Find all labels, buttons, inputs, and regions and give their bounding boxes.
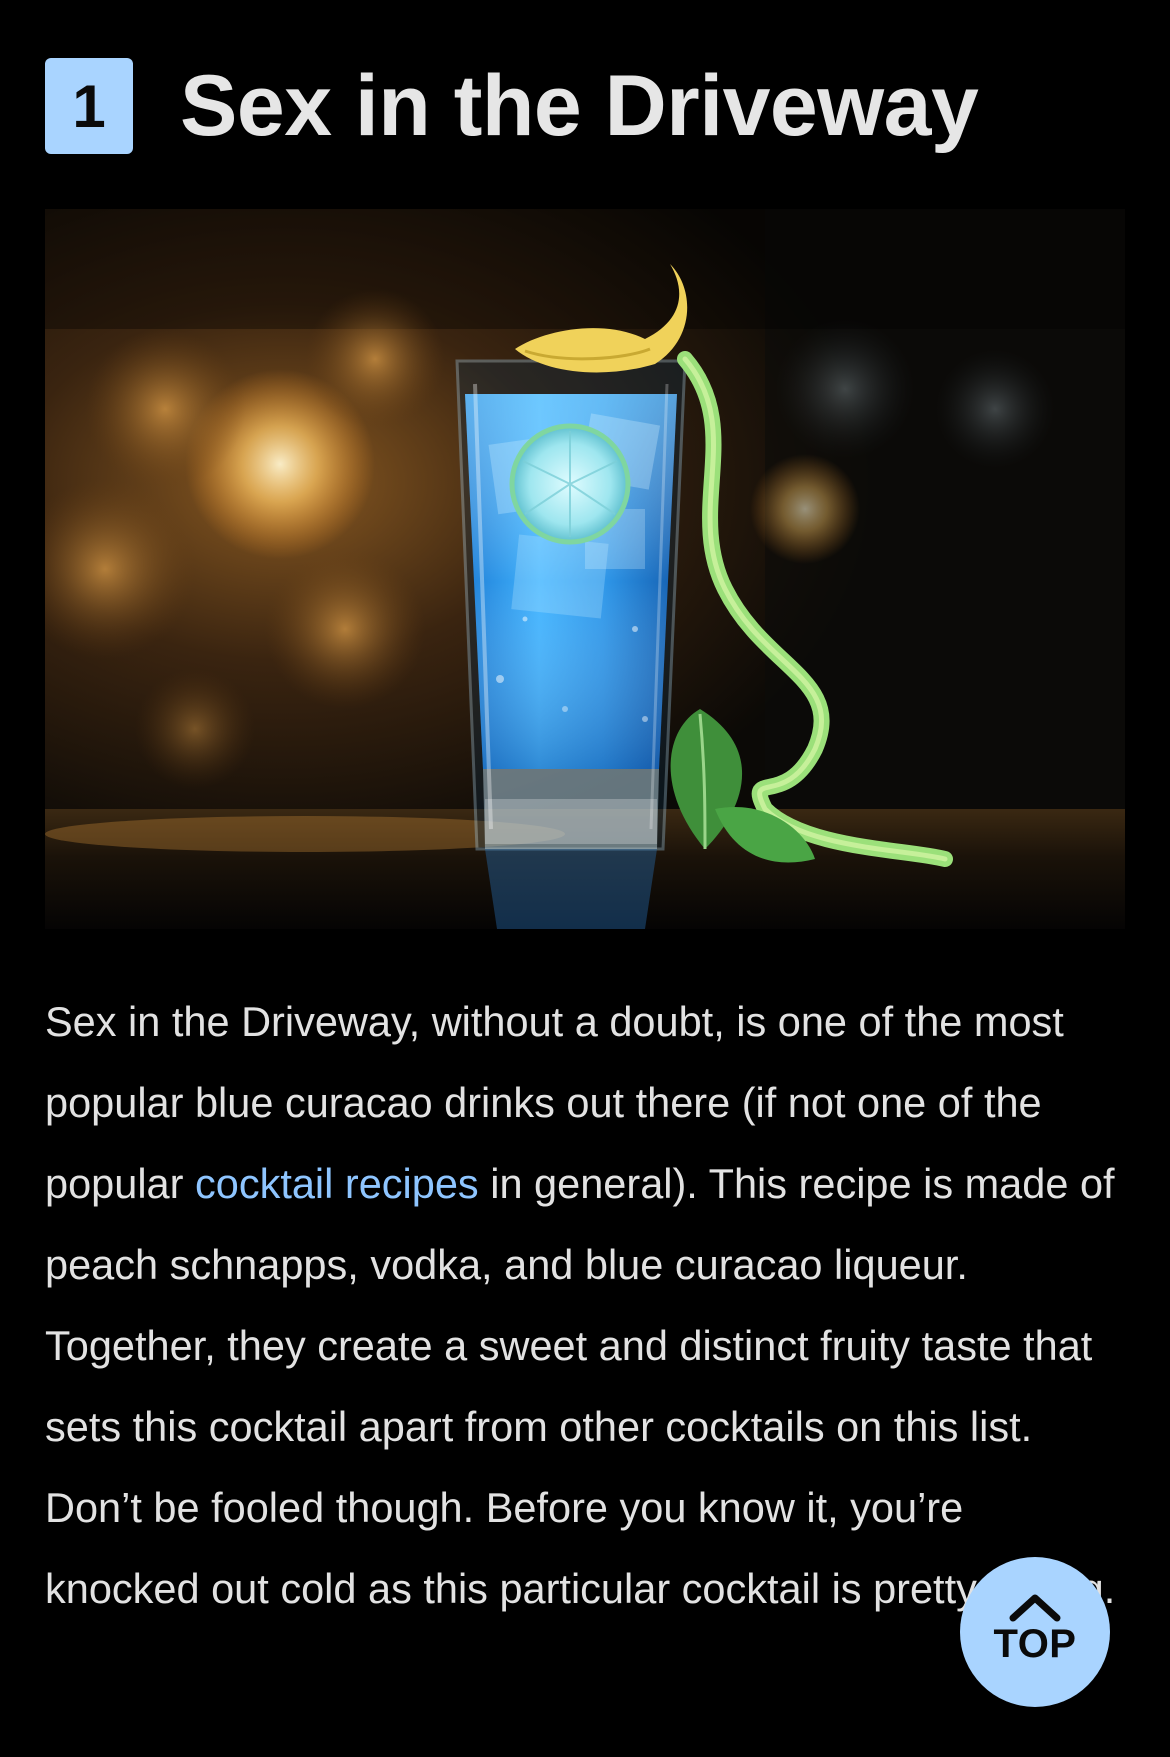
- recipe-heading: 1 Sex in the Driveway: [45, 58, 979, 154]
- cocktail-recipes-link[interactable]: cocktail recipes: [195, 1160, 479, 1207]
- recipe-title: Sex in the Driveway: [180, 58, 979, 154]
- scroll-to-top-label: TOP: [993, 1621, 1077, 1666]
- description-text-part2: in general). This recipe is made of peac…: [45, 1160, 1116, 1612]
- cocktail-photo-illustration: [45, 209, 1125, 929]
- scroll-to-top-button[interactable]: TOP: [960, 1557, 1110, 1707]
- recipe-description: Sex in the Driveway, without a doubt, is…: [45, 981, 1125, 1629]
- cocktail-photo: [45, 209, 1125, 929]
- chevron-up-icon: [1009, 1594, 1061, 1621]
- recipe-number-badge: 1: [45, 58, 133, 154]
